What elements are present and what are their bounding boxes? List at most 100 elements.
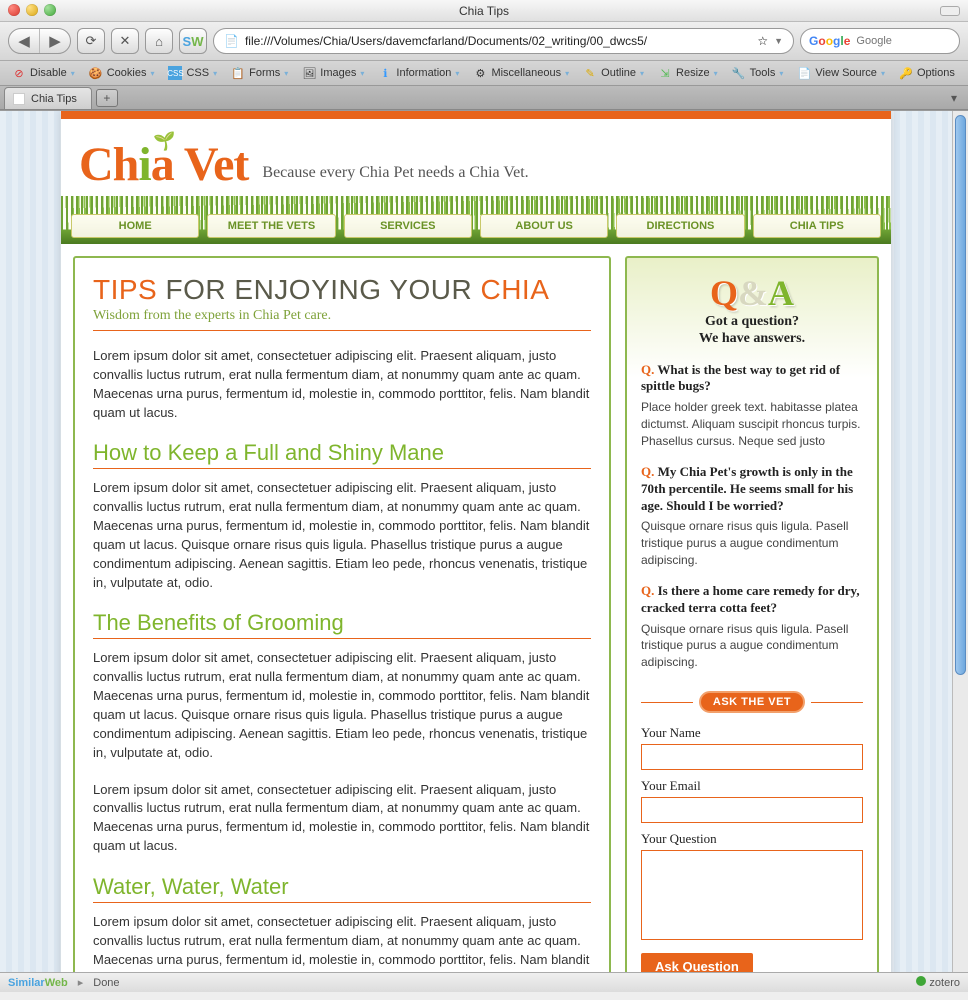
content-row: TIPS FOR ENJOYING YOUR CHIA Wisdom from … xyxy=(61,244,891,972)
body-paragraph: Lorem ipsum dolor sit amet, consectetuer… xyxy=(93,913,591,972)
ask-the-vet-header: ASK THE VET xyxy=(641,691,863,713)
similarweb-status[interactable]: SimilarWeb xyxy=(8,977,68,989)
tab-favicon xyxy=(13,93,25,105)
tab-chia-tips[interactable]: Chia Tips xyxy=(4,87,92,109)
body-paragraph: Lorem ipsum dolor sit amet, consectetuer… xyxy=(93,781,591,856)
nav-home[interactable]: HOME xyxy=(71,214,199,238)
qa-question: Q. My Chia Pet's growth is only in the 7… xyxy=(641,464,863,515)
page-background: 🌱 Chia Vet Because every Chia Pet needs … xyxy=(0,111,952,972)
tagline: Because every Chia Pet needs a Chia Vet. xyxy=(262,164,528,192)
nav-directions[interactable]: DIRECTIONS xyxy=(616,214,744,238)
ask-pill: ASK THE VET xyxy=(699,691,805,713)
dropdown-chevron-icon[interactable]: ▼ xyxy=(774,36,783,46)
qa-logo: Q&A xyxy=(641,272,863,314)
page-icon: 📄 xyxy=(224,34,239,48)
name-input[interactable] xyxy=(641,744,863,770)
qa-answer: Quisque ornare risus quis ligula. Pasell… xyxy=(641,621,863,671)
page-scroll-area: 🌱 Chia Vet Because every Chia Pet needs … xyxy=(0,111,952,972)
search-input[interactable] xyxy=(856,35,968,47)
email-input[interactable] xyxy=(641,797,863,823)
forward-button[interactable]: ▶ xyxy=(40,28,70,54)
reload-button[interactable]: ⟳ xyxy=(77,28,105,54)
tab-list-menu[interactable]: ▾ xyxy=(944,89,964,107)
tab-strip: Chia Tips + ▾ xyxy=(0,86,968,110)
dev-outline[interactable]: ✎Outline▾ xyxy=(577,64,650,82)
leaf-icon: 🌱 xyxy=(153,131,174,152)
dev-information[interactable]: ℹInformation▾ xyxy=(372,64,465,82)
tab-label: Chia Tips xyxy=(31,93,77,105)
body-paragraph: Lorem ipsum dolor sit amet, consectetuer… xyxy=(93,649,591,762)
vertical-scrollbar[interactable] xyxy=(952,111,968,972)
qa-sub1: Got a question? xyxy=(641,314,863,331)
window-controls xyxy=(8,4,56,16)
dev-images[interactable]: 🖼Images▾ xyxy=(296,64,370,82)
qa-answer: Quisque ornare risus quis ligula. Pasell… xyxy=(641,518,863,568)
main-column: TIPS FOR ENJOYING YOUR CHIA Wisdom from … xyxy=(73,256,611,972)
form-label-name: Your Name xyxy=(641,725,863,741)
site-logo[interactable]: 🌱 Chia Vet xyxy=(79,137,248,192)
viewport: 🌱 Chia Vet Because every Chia Pet needs … xyxy=(0,111,968,972)
ask-question-button[interactable]: Ask Question xyxy=(641,953,753,972)
back-forward-group: ◀ ▶ xyxy=(8,28,71,54)
page-subtitle: Wisdom from the experts in Chia Pet care… xyxy=(93,308,591,331)
section-heading: The Benefits of Grooming xyxy=(93,610,591,639)
nav-toolbar: ◀ ▶ ⟳ ✕ ⌂ SW 📄 ☆ ▼ Google 🔍 xyxy=(0,22,968,61)
bookmark-star-icon[interactable]: ☆ xyxy=(757,34,768,48)
dev-forms[interactable]: 📋Forms▾ xyxy=(225,64,294,82)
url-bar[interactable]: 📄 ☆ ▼ xyxy=(213,28,794,54)
zotero-status[interactable]: zotero xyxy=(916,976,960,989)
browser-chrome: Chia Tips ◀ ▶ ⟳ ✕ ⌂ SW 📄 ☆ ▼ Google 🔍 ⊘D… xyxy=(0,0,968,111)
back-button[interactable]: ◀ xyxy=(9,28,39,54)
qa-header: Q&A Got a question? We have answers. xyxy=(641,272,863,348)
nav-services[interactable]: SERVICES xyxy=(344,214,472,238)
webdev-toolbar: ⊘Disable▾ 🍪Cookies▾ CSSCSS▾ 📋Forms▾ 🖼Ima… xyxy=(0,61,968,86)
body-paragraph: Lorem ipsum dolor sit amet, consectetuer… xyxy=(93,479,591,592)
status-bar: SimilarWeb ▸ Done zotero xyxy=(0,972,968,992)
dev-tools[interactable]: 🔧Tools▾ xyxy=(726,64,790,82)
form-label-email: Your Email xyxy=(641,778,863,794)
top-accent-bar xyxy=(61,111,891,119)
nav-chia-tips[interactable]: CHIA TIPS xyxy=(753,214,881,238)
section-heading: Water, Water, Water xyxy=(93,874,591,903)
minimize-window-button[interactable] xyxy=(26,4,38,16)
new-tab-button[interactable]: + xyxy=(96,89,118,107)
similarweb-toolbar-button[interactable]: SW xyxy=(179,28,207,54)
form-label-question: Your Question xyxy=(641,831,863,847)
logo-text: Ch xyxy=(79,138,138,191)
titlebar: Chia Tips xyxy=(0,0,968,22)
window-pill[interactable] xyxy=(940,6,960,16)
status-done: Done xyxy=(93,977,119,989)
qa-question: Q. Is there a home care remedy for dry, … xyxy=(641,583,863,617)
dev-css[interactable]: CSSCSS▾ xyxy=(162,64,223,82)
qa-sub2: We have answers. xyxy=(641,331,863,348)
page-container: 🌱 Chia Vet Because every Chia Pet needs … xyxy=(61,111,891,972)
scrollbar-thumb[interactable] xyxy=(955,115,966,675)
dev-options[interactable]: 🔑Options xyxy=(893,64,961,82)
main-nav: HOME MEET THE VETS SERVICES ABOUT US DIR… xyxy=(61,196,891,244)
nav-about-us[interactable]: ABOUT US xyxy=(480,214,608,238)
close-window-button[interactable] xyxy=(8,4,20,16)
qa-answer: Place holder greek text. habitasse plate… xyxy=(641,399,863,449)
dev-resize[interactable]: ⇲Resize▾ xyxy=(652,64,724,82)
page-title: TIPS FOR ENJOYING YOUR CHIA xyxy=(93,274,591,306)
qa-question: Q. What is the best way to get rid of sp… xyxy=(641,362,863,396)
url-input[interactable] xyxy=(245,34,751,48)
nav-meet-the-vets[interactable]: MEET THE VETS xyxy=(207,214,335,238)
sidebar-qa: Q&A Got a question? We have answers. Q. … xyxy=(625,256,879,972)
status-chevron-icon[interactable]: ▸ xyxy=(78,976,84,989)
home-button[interactable]: ⌂ xyxy=(145,28,173,54)
zoom-window-button[interactable] xyxy=(44,4,56,16)
logo-text: i xyxy=(138,138,150,191)
dev-disable[interactable]: ⊘Disable▾ xyxy=(6,64,81,82)
google-icon: Google xyxy=(809,34,850,48)
site-header: 🌱 Chia Vet Because every Chia Pet needs … xyxy=(61,119,891,192)
dev-viewsource[interactable]: 📄View Source▾ xyxy=(791,64,891,82)
stop-button[interactable]: ✕ xyxy=(111,28,139,54)
question-textarea[interactable] xyxy=(641,850,863,940)
intro-paragraph: Lorem ipsum dolor sit amet, consectetuer… xyxy=(93,347,591,422)
dev-cookies[interactable]: 🍪Cookies▾ xyxy=(83,64,161,82)
window-title: Chia Tips xyxy=(459,4,509,18)
dev-miscellaneous[interactable]: ⚙Miscellaneous▾ xyxy=(467,64,575,82)
section-heading: How to Keep a Full and Shiny Mane xyxy=(93,440,591,469)
search-bar[interactable]: Google 🔍 xyxy=(800,28,960,54)
